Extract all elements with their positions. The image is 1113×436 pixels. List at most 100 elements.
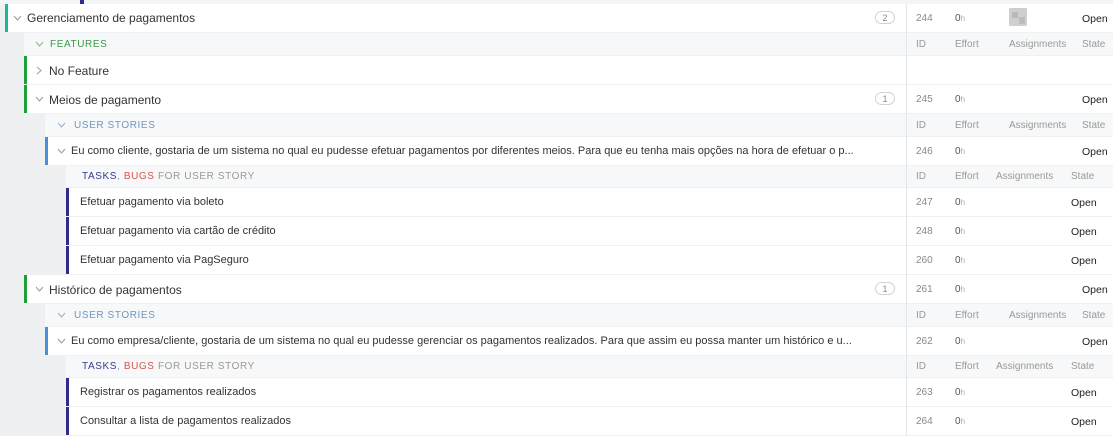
feature-id: 245 (916, 94, 933, 105)
col-id-header: ID (916, 171, 926, 182)
epic-row[interactable]: Gerenciamento de pagamentos 2 244 0h Ope… (0, 4, 1113, 32)
feature-count-badge: 1 (875, 282, 895, 295)
tasks-sep: , (117, 361, 121, 372)
stories-label: USER STORIES (74, 120, 156, 131)
task-id: 247 (916, 197, 933, 208)
col-assignments-header: Assignments (1009, 39, 1067, 50)
avatar[interactable] (1009, 8, 1027, 26)
feature-title[interactable]: Meios de pagamento (49, 93, 161, 107)
task-color-bar (66, 188, 69, 216)
tasks-header: TASKS, BUGS FOR USER STORY ID Effort Ass… (0, 166, 1113, 187)
bugs-label: BUGS (123, 171, 155, 182)
feature-color-bar (24, 275, 27, 303)
chevron-down-icon[interactable] (33, 93, 45, 105)
col-state-header: State (1071, 171, 1095, 182)
story-color-bar (45, 137, 48, 165)
epic-count-badge: 2 (875, 11, 895, 24)
col-assignments-header: Assignments (1009, 310, 1067, 321)
col-id-header: ID (916, 39, 926, 50)
col-assignments-header: Assignments (996, 171, 1054, 182)
task-effort: 0h (955, 197, 966, 208)
feature-effort: 0h (955, 94, 966, 105)
task-effort: 0h (955, 387, 966, 398)
col-effort-header: Effort (955, 39, 979, 50)
story-effort: 0h (955, 336, 966, 347)
story-row[interactable]: Eu como cliente, gostaria de um sistema … (0, 137, 1113, 165)
task-id: 260 (916, 255, 933, 266)
chevron-down-icon[interactable] (55, 119, 67, 131)
task-title[interactable]: Efetuar pagamento via boleto (80, 196, 224, 208)
story-effort: 0h (955, 146, 966, 157)
task-title[interactable]: Consultar a lista de pagamentos realizad… (80, 415, 291, 427)
task-state[interactable]: Open (1071, 255, 1097, 267)
story-state[interactable]: Open (1082, 146, 1108, 158)
task-row[interactable]: Efetuar pagamento via boleto 247 0h Open (0, 188, 1113, 216)
task-state[interactable]: Open (1071, 226, 1097, 238)
feature-state[interactable]: Open (1082, 94, 1108, 106)
chevron-down-icon[interactable] (55, 309, 67, 321)
epic-id: 244 (916, 13, 933, 24)
no-feature-row[interactable]: No Feature (0, 56, 1113, 84)
feature-state[interactable]: Open (1082, 284, 1108, 296)
col-state-header: State (1071, 361, 1095, 372)
col-state-header: State (1082, 310, 1106, 321)
no-feature-title[interactable]: No Feature (49, 64, 109, 78)
task-title[interactable]: Efetuar pagamento via cartão de crédito (80, 225, 276, 237)
col-state-header: State (1082, 120, 1106, 131)
epic-state[interactable]: Open (1082, 13, 1108, 25)
story-title[interactable]: Eu como cliente, gostaria de um sistema … (71, 145, 896, 157)
feature-row[interactable]: Histórico de pagamentos 1 261 0h Open (0, 275, 1113, 303)
story-id: 246 (916, 146, 933, 157)
chevron-down-icon[interactable] (33, 283, 45, 295)
task-row[interactable]: Registrar os pagamentos realizados 263 0… (0, 378, 1113, 406)
col-assignments-header: Assignments (996, 361, 1054, 372)
chevron-down-icon[interactable] (55, 145, 67, 157)
task-effort: 0h (955, 416, 966, 427)
stories-label: USER STORIES (74, 310, 156, 321)
task-row[interactable]: Efetuar pagamento via PagSeguro 260 0h O… (0, 246, 1113, 274)
task-color-bar (66, 407, 69, 435)
tasks-header: TASKS, BUGS FOR USER STORY ID Effort Ass… (0, 356, 1113, 377)
col-state-header: State (1082, 39, 1106, 50)
stories-header: USER STORIES ID Effort Assignments State (0, 114, 1113, 136)
task-row[interactable]: Consultar a lista de pagamentos realizad… (0, 407, 1113, 435)
feature-color-bar (24, 85, 27, 113)
task-state[interactable]: Open (1071, 416, 1097, 428)
feature-row[interactable]: Meios de pagamento 1 245 0h Open (0, 85, 1113, 113)
task-id: 264 (916, 416, 933, 427)
story-state[interactable]: Open (1082, 336, 1108, 348)
feature-effort: 0h (955, 284, 966, 295)
for-user-story-label: FOR USER STORY (157, 171, 255, 182)
epic-title[interactable]: Gerenciamento de pagamentos (27, 11, 195, 25)
stories-header: USER STORIES ID Effort Assignments State (0, 304, 1113, 326)
col-effort-header: Effort (955, 120, 979, 131)
story-row[interactable]: Eu como empresa/cliente, gostaria de um … (0, 327, 1113, 355)
story-title[interactable]: Eu como empresa/cliente, gostaria de um … (71, 335, 896, 347)
task-state[interactable]: Open (1071, 197, 1097, 209)
chevron-right-icon[interactable] (33, 64, 45, 76)
feature-title[interactable]: Histórico de pagamentos (49, 283, 182, 297)
feature-id: 261 (916, 284, 933, 295)
task-state[interactable]: Open (1071, 387, 1097, 399)
col-id-header: ID (916, 310, 926, 321)
epic-effort: 0h (955, 13, 966, 24)
feature-color-bar (24, 56, 27, 84)
task-title[interactable]: Registrar os pagamentos realizados (80, 386, 256, 398)
task-title[interactable]: Efetuar pagamento via PagSeguro (80, 254, 249, 266)
feature-count-badge: 1 (875, 92, 895, 105)
col-effort-header: Effort (955, 361, 979, 372)
features-header: FEATURES ID Effort Assignments State (0, 33, 1113, 55)
col-id-header: ID (916, 120, 926, 131)
col-effort-header: Effort (955, 171, 979, 182)
story-id: 262 (916, 336, 933, 347)
task-row[interactable]: Efetuar pagamento via cartão de crédito … (0, 217, 1113, 245)
tasks-label: TASKS (82, 171, 118, 182)
task-effort: 0h (955, 226, 966, 237)
chevron-down-icon[interactable] (11, 12, 23, 24)
chevron-down-icon[interactable] (55, 335, 67, 347)
epic-color-bar (5, 4, 8, 32)
task-color-bar (66, 217, 69, 245)
tasks-label: TASKS (82, 361, 118, 372)
col-id-header: ID (916, 361, 926, 372)
chevron-down-icon[interactable] (33, 38, 45, 50)
